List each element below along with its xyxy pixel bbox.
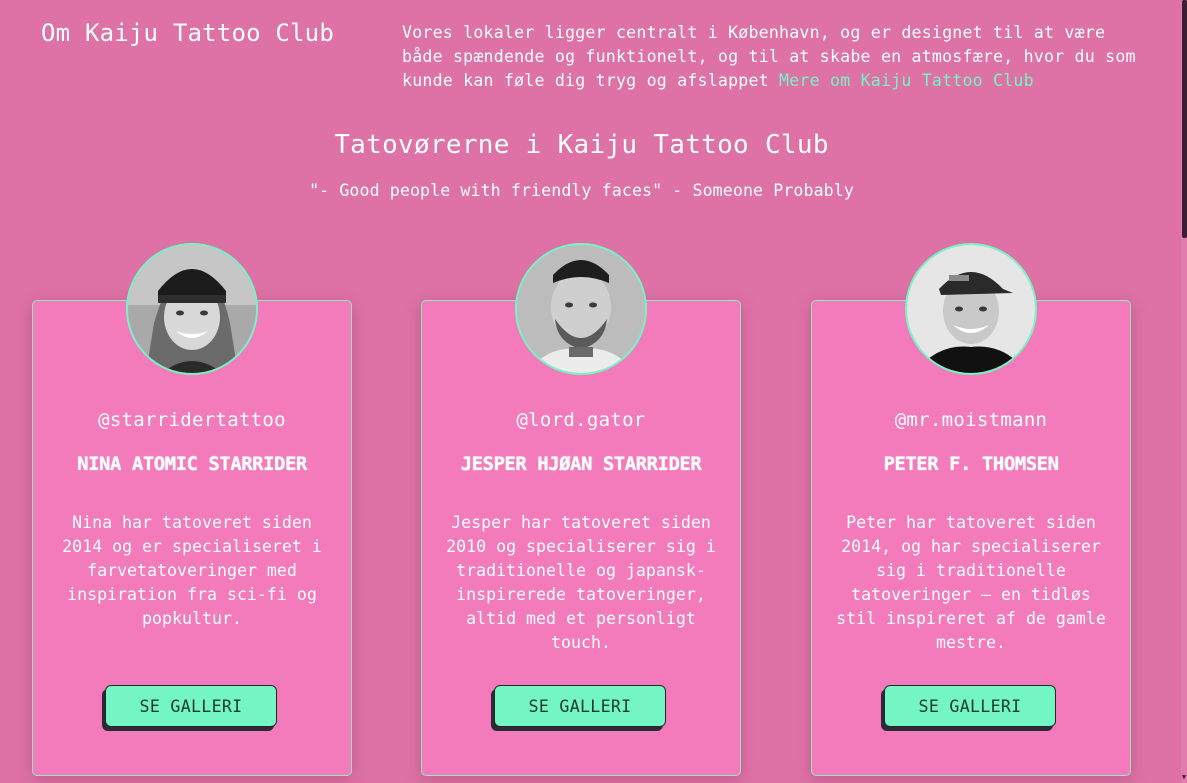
artist-handle[interactable]: @mr.moistmann (812, 409, 1130, 431)
scrollbar[interactable]: ▼ (1181, 0, 1187, 783)
portrait-photo-icon (907, 245, 1035, 373)
artist-name: Nina Atomic Starrider (77, 453, 307, 475)
about-title: Om Kaiju Tattoo Club (41, 19, 334, 47)
see-gallery-button[interactable]: SE GALLERI (884, 685, 1056, 727)
artist-name: Peter F. Thomsen (883, 453, 1059, 475)
artist-avatar-jesper (515, 243, 647, 375)
about-more-link[interactable]: Mere om Kaiju Tattoo Club (779, 71, 1034, 90)
artist-avatar-nina (126, 243, 258, 375)
artists-section-title: Tatovørerne i Kaiju Tattoo Club (334, 130, 829, 160)
artist-bio: Nina har tatoveret siden 2014 og er spec… (62, 513, 322, 628)
page: Om Kaiju Tattoo Club Vores lokaler ligge… (0, 0, 1187, 783)
see-gallery-button[interactable]: SE GALLERI (494, 685, 666, 727)
artist-handle[interactable]: @starridertattoo (33, 409, 351, 431)
scrollbar-thumb[interactable] (1182, 0, 1187, 238)
scroll-down-arrow-icon[interactable]: ▼ (1181, 773, 1187, 781)
artist-avatar-peter (905, 243, 1037, 375)
artist-bio: Peter har tatoveret siden 2014, og har s… (836, 513, 1106, 652)
about-text: Vores lokaler ligger centralt i Københav… (402, 21, 1142, 93)
portrait-photo-icon (128, 245, 256, 373)
artists-section-quote: "- Good people with friendly faces" - So… (309, 181, 854, 200)
see-gallery-button[interactable]: SE GALLERI (105, 685, 277, 727)
artist-bio: Jesper har tatoveret siden 2010 og speci… (446, 513, 716, 652)
portrait-photo-icon (517, 245, 645, 373)
artist-name: Jesper Hjøan Starrider (460, 453, 702, 475)
artist-handle[interactable]: @lord.gator (422, 409, 740, 431)
